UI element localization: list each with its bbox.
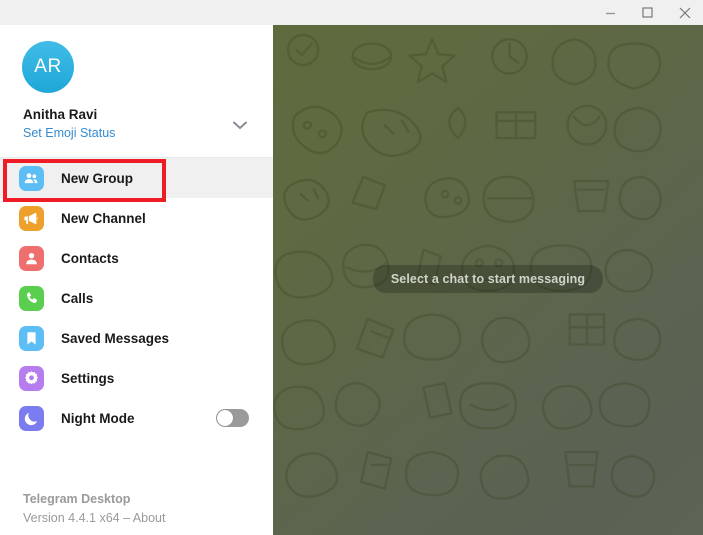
- bookmark-icon: [19, 325, 44, 351]
- menu-item-label: New Channel: [61, 210, 146, 226]
- avatar[interactable]: AR: [22, 41, 74, 93]
- close-button[interactable]: [666, 0, 703, 25]
- minimize-icon: [605, 7, 616, 18]
- main-menu-sidebar: AR Anitha Ravi Set Emoji Status New Grou…: [0, 25, 273, 535]
- menu-item-contacts[interactable]: Contacts: [0, 238, 273, 278]
- set-emoji-status-link[interactable]: Set Emoji Status: [23, 126, 115, 140]
- menu-item-label: Night Mode: [61, 410, 135, 426]
- menu-item-settings[interactable]: Settings: [0, 358, 273, 398]
- menu-item-label: Calls: [61, 290, 94, 306]
- menu-item-calls[interactable]: Calls: [0, 278, 273, 318]
- account-name: Anitha Ravi: [23, 107, 98, 122]
- menu-item-label: Saved Messages: [61, 330, 170, 346]
- menu-item-new-channel[interactable]: New Channel: [0, 198, 273, 238]
- account-switch-button[interactable]: [229, 115, 251, 137]
- chevron-down-icon: [233, 117, 247, 135]
- menu-item-new-group[interactable]: New Group: [0, 158, 273, 198]
- night-mode-toggle[interactable]: [216, 409, 249, 427]
- menu-item-night-mode[interactable]: Night Mode: [0, 398, 273, 438]
- minimize-button[interactable]: [592, 0, 629, 25]
- menu-item-label: Contacts: [61, 250, 119, 266]
- megaphone-icon: [19, 205, 44, 231]
- gear-icon: [19, 365, 44, 391]
- maximize-icon: [642, 7, 653, 18]
- close-icon: [679, 7, 691, 19]
- moon-icon: [19, 405, 44, 431]
- menu-item-label: Settings: [61, 370, 115, 386]
- menu-item-saved-messages[interactable]: Saved Messages: [0, 318, 273, 358]
- menu-list: New Group New Channel Contacts Calls Sav…: [0, 158, 273, 438]
- version-about-link[interactable]: Version 4.4.1 x64 – About: [23, 511, 165, 525]
- menu-item-label: New Group: [61, 170, 134, 186]
- account-block: AR Anitha Ravi Set Emoji Status: [0, 25, 273, 157]
- toggle-knob: [217, 410, 233, 426]
- chat-placeholder-text: Select a chat to start messaging: [372, 265, 604, 293]
- maximize-button[interactable]: [629, 0, 666, 25]
- telegram-desktop-window: Select a chat to start messaging AR Anit…: [0, 0, 703, 535]
- window-titlebar: [0, 0, 703, 25]
- contacts-icon: [19, 245, 44, 271]
- phone-icon: [19, 285, 44, 311]
- app-name-label: Telegram Desktop: [23, 492, 131, 506]
- new-group-icon: [19, 165, 44, 191]
- chat-area: Select a chat to start messaging: [273, 25, 703, 535]
- sidebar-footer: Telegram Desktop Version 4.4.1 x64 – Abo…: [23, 492, 165, 525]
